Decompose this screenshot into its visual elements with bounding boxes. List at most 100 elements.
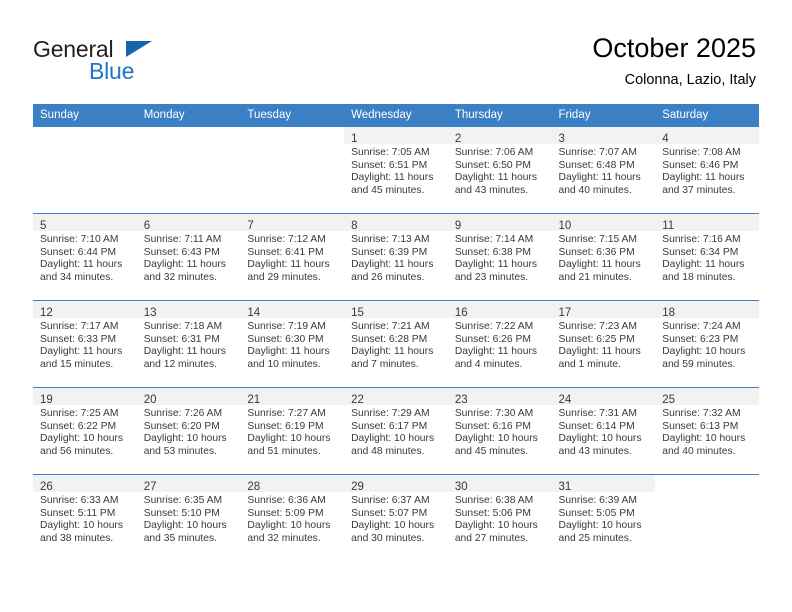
calendar-cell[interactable]: 25 Sunrise: 7:32 AM Sunset: 6:13 PM Dayligh… [655,387,759,474]
sunrise-text: Sunrise: 7:27 AM [247,408,326,419]
calendar-cell[interactable]: 2 Sunrise: 7:06 AM Sunset: 6:50 PM Daylight… [447,126,552,213]
day-number: 2 [454,133,462,145]
daylight-text: Daylight: 11 hours [351,172,434,184]
weekday-header-sunday: Sunday [33,104,137,126]
day-number: 6 [143,220,151,232]
sunset-text: Sunset: 6:16 PM [454,420,531,432]
sunset-text: Sunset: 6:13 PM [662,420,739,432]
day-details: Sunrise: 7:15 AM Sunset: 6:36 PM Daylight:… [552,231,656,284]
calendar-cell[interactable]: 17 Sunrise: 7:23 AM Sunset: 6:25 PM Dayligh… [551,300,656,387]
daylight-text: and 37 minutes. [662,184,736,196]
calendar-cell[interactable]: 7 Sunrise: 7:12 AM Sunset: 6:41 PM Daylight… [240,213,345,300]
calendar-cell[interactable]: 1 Sunrise: 7:05 AM Sunset: 6:51 PM Daylight… [344,126,448,213]
calendar-cell[interactable]: 29 Sunrise: 6:37 AM Sunset: 5:07 PM Dayligh… [344,474,448,561]
day-number-bar: 28 [240,475,345,493]
day-details: Sunrise: 6:36 AM Sunset: 5:09 PM Daylight:… [240,492,344,545]
calendar-cell[interactable]: 30 Sunrise: 6:38 AM Sunset: 5:06 PM Dayligh… [447,474,552,561]
daylight-text: Daylight: 11 hours [351,346,434,358]
day-number: 10 [558,220,572,232]
calendar-cell[interactable]: 13 Sunrise: 7:18 AM Sunset: 6:31 PM Dayligh… [136,300,241,387]
daylight-text: Daylight: 10 hours [143,433,227,445]
daylight-text: Daylight: 11 hours [247,346,330,358]
calendar-cell[interactable]: 22 Sunrise: 7:29 AM Sunset: 6:17 PM Dayligh… [344,387,448,474]
sunrise-text: Sunrise: 7:12 AM [247,234,326,245]
calendar-week-row: 5 Sunrise: 7:10 AM Sunset: 6:44 PM Daylight… [33,213,759,300]
calendar-cell[interactable]: 6 Sunrise: 7:11 AM Sunset: 6:43 PM Daylight… [136,213,241,300]
calendar-cell[interactable]: 20 Sunrise: 7:26 AM Sunset: 6:20 PM Dayligh… [136,387,241,474]
day-number-bar: 30 [447,475,552,493]
calendar-cell[interactable]: 12 Sunrise: 7:17 AM Sunset: 6:33 PM Dayligh… [33,300,137,387]
day-cell: 24 Sunrise: 7:31 AM Sunset: 6:14 PM Dayligh… [551,387,656,474]
day-number: 22 [351,394,364,406]
day-cell: 11 Sunrise: 7:16 AM Sunset: 6:34 PM Dayligh… [655,213,759,300]
general-blue-logo[interactable]: General Blue [33,36,203,86]
daylight-text: and 27 minutes. [454,532,529,544]
calendar-grid: Sunday Monday Tuesday Wednesday Thursday… [33,104,759,561]
daylight-text: and 56 minutes. [40,445,114,457]
calendar-cell[interactable]: 24 Sunrise: 7:31 AM Sunset: 6:14 PM Dayligh… [551,387,656,474]
day-number: 28 [247,481,261,493]
day-cell: 26 Sunrise: 6:33 AM Sunset: 5:11 PM Dayligh… [33,474,137,561]
day-details: Sunrise: 7:29 AM Sunset: 6:17 PM Daylight:… [344,405,448,458]
sunrise-text: Sunrise: 6:38 AM [454,495,534,506]
daylight-text: Daylight: 10 hours [662,433,746,445]
calendar-cell[interactable]: 26 Sunrise: 6:33 AM Sunset: 5:11 PM Dayligh… [33,474,137,561]
sunrise-text: Sunrise: 7:16 AM [662,234,741,245]
calendar-cell[interactable]: 8 Sunrise: 7:13 AM Sunset: 6:39 PM Daylight… [344,213,448,300]
calendar-cell[interactable]: 19 Sunrise: 7:25 AM Sunset: 6:22 PM Dayligh… [33,387,137,474]
calendar-cell[interactable]: 27 Sunrise: 6:35 AM Sunset: 5:10 PM Dayligh… [136,474,241,561]
calendar-cell[interactable]: 31 Sunrise: 6:39 AM Sunset: 5:05 PM Dayligh… [551,474,656,561]
day-details: Sunrise: 6:38 AM Sunset: 5:06 PM Daylight:… [448,492,552,545]
sunrise-text: Sunrise: 7:08 AM [662,147,741,158]
sunrise-text: Sunrise: 7:14 AM [454,234,534,245]
weekday-header-saturday: Saturday [655,104,759,126]
sunset-text: Sunset: 6:19 PM [247,420,324,432]
sunset-text: Sunset: 6:30 PM [247,333,324,345]
day-cell: 7 Sunrise: 7:12 AM Sunset: 6:41 PM Daylight… [240,213,345,300]
day-number-bar: 29 [344,475,448,493]
daylight-text: Daylight: 10 hours [454,433,538,445]
calendar-cell[interactable]: 14 Sunrise: 7:19 AM Sunset: 6:30 PM Dayligh… [240,300,345,387]
calendar-cell[interactable]: 16 Sunrise: 7:22 AM Sunset: 6:26 PM Dayligh… [447,300,552,387]
daylight-text: and 21 minutes. [558,271,632,283]
sunset-text: Sunset: 6:25 PM [558,333,635,345]
calendar-cell[interactable]: 18 Sunrise: 7:24 AM Sunset: 6:23 PM Dayligh… [655,300,759,387]
day-cell: 19 Sunrise: 7:25 AM Sunset: 6:22 PM Dayligh… [33,387,137,474]
day-details: Sunrise: 7:05 AM Sunset: 6:51 PM Daylight:… [344,144,448,197]
day-number-bar: 26 [33,475,137,493]
calendar-cell[interactable]: 23 Sunrise: 7:30 AM Sunset: 6:16 PM Dayligh… [447,387,552,474]
day-cell-empty [240,126,345,213]
sunset-text: Sunset: 5:11 PM [40,507,116,519]
calendar-cell[interactable]: 5 Sunrise: 7:10 AM Sunset: 6:44 PM Daylight… [33,213,137,300]
day-details: Sunrise: 7:24 AM Sunset: 6:23 PM Daylight:… [655,318,759,371]
sunset-text: Sunset: 6:48 PM [558,159,635,171]
daylight-text: and 32 minutes. [247,532,321,544]
day-cell: 18 Sunrise: 7:24 AM Sunset: 6:23 PM Dayligh… [655,300,759,387]
daylight-text: Daylight: 11 hours [454,172,538,184]
sunset-text: Sunset: 6:23 PM [662,333,739,345]
day-details: Sunrise: 6:37 AM Sunset: 5:07 PM Daylight:… [344,492,448,545]
calendar-cell[interactable]: 11 Sunrise: 7:16 AM Sunset: 6:34 PM Dayligh… [655,213,759,300]
calendar-cell[interactable]: 3 Sunrise: 7:07 AM Sunset: 6:48 PM Daylight… [551,126,656,213]
sunset-text: Sunset: 5:06 PM [454,507,531,519]
day-number: 14 [247,307,261,319]
day-number-bar: 18 [655,301,759,319]
calendar-cell[interactable]: 28 Sunrise: 6:36 AM Sunset: 5:09 PM Dayligh… [240,474,345,561]
calendar-week-row: 26 Sunrise: 6:33 AM Sunset: 5:11 PM Dayligh… [33,474,759,561]
day-number: 1 [351,133,358,145]
calendar-cell[interactable]: 15 Sunrise: 7:21 AM Sunset: 6:28 PM Dayligh… [344,300,448,387]
day-number-bar: 17 [551,301,656,319]
sunset-text: Sunset: 6:46 PM [662,159,739,171]
day-number-bar: 20 [136,388,241,406]
daylight-text: Daylight: 10 hours [351,520,435,532]
calendar-cell[interactable]: 4 Sunrise: 7:08 AM Sunset: 6:46 PM Daylight… [655,126,759,213]
daylight-text: Daylight: 11 hours [351,259,434,271]
calendar-cell[interactable]: 10 Sunrise: 7:15 AM Sunset: 6:36 PM Dayligh… [551,213,656,300]
daylight-text: Daylight: 11 hours [247,259,330,271]
day-number: 25 [662,394,676,406]
daylight-text: Daylight: 11 hours [40,346,123,358]
daylight-text: and 48 minutes. [351,445,425,457]
calendar-cell[interactable]: 9 Sunrise: 7:14 AM Sunset: 6:38 PM Daylight… [447,213,552,300]
calendar-cell[interactable]: 21 Sunrise: 7:27 AM Sunset: 6:19 PM Dayligh… [240,387,345,474]
daylight-text: and 45 minutes. [454,445,529,457]
